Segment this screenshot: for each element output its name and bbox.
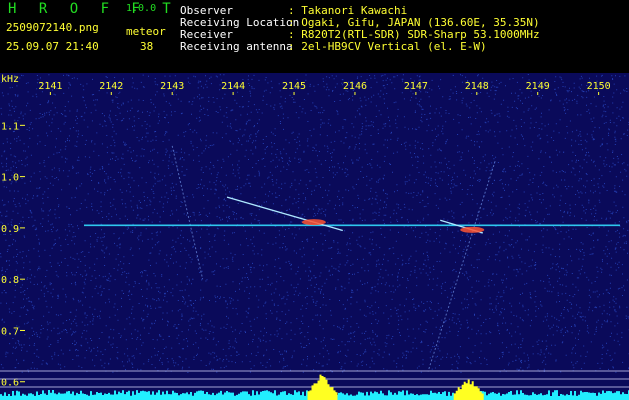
x-tick-label: 2142	[99, 81, 123, 92]
y-axis-label: kHz	[1, 74, 19, 85]
meteor-echo-core	[301, 219, 326, 226]
y-tick-label: 0.8	[1, 275, 19, 286]
x-tick-label: 2145	[282, 81, 306, 92]
y-tick-label: 1.1	[1, 121, 19, 132]
x-tick-label: 2150	[587, 81, 611, 92]
x-tick-label: 2141	[38, 81, 62, 92]
y-tick-label: 0.7	[1, 326, 19, 337]
x-tick-label: 2143	[160, 81, 184, 92]
plot-background	[0, 73, 629, 400]
x-tick-label: 2149	[526, 81, 550, 92]
hrofft-window: H R O F F T 1.0.0 2509072140.png meteor …	[0, 0, 629, 400]
y-tick-label: 1.0	[1, 173, 19, 184]
y-tick-label: 0.9	[1, 224, 19, 235]
x-tick-label: 2148	[465, 81, 489, 92]
x-tick-label: 2144	[221, 81, 245, 92]
spectrogram: 2141 2142 2143 2144 2145 2146 2147 2148 2149 2150…	[0, 73, 629, 400]
meteor-echo-core	[460, 226, 485, 233]
x-tick-label: 2146	[343, 81, 367, 92]
x-tick-label: 2147	[404, 81, 428, 92]
